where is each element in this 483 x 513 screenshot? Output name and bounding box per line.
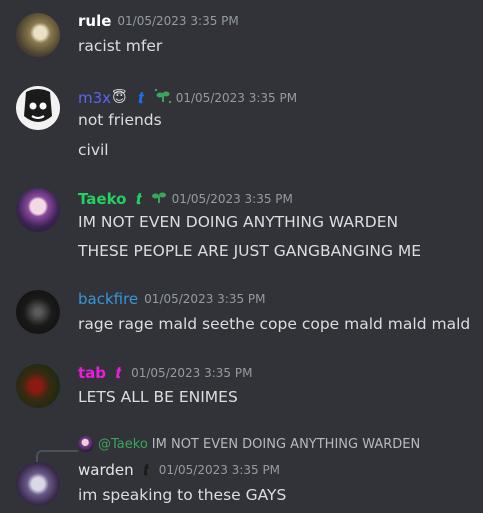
avatar[interactable]: [16, 188, 60, 232]
message-text: im speaking to these GAYS: [78, 486, 287, 504]
reply-mention[interactable]: @Taeko: [98, 437, 148, 452]
timestamp[interactable]: 01/05/2023 3:35 PM: [172, 192, 293, 206]
role-badge-icon[interactable]: 𝒕: [139, 89, 144, 107]
message-text: racist mfer: [78, 37, 163, 55]
timestamp[interactable]: 01/05/2023 3:35 PM: [131, 366, 252, 380]
avatar[interactable]: [16, 290, 60, 334]
avatar[interactable]: [16, 13, 60, 57]
avatar-image-icon: [16, 86, 60, 130]
sprout-icon: [151, 192, 166, 203]
timestamp[interactable]: 01/05/2023 3:35 PM: [159, 463, 280, 477]
reply-text: IM NOT EVEN DOING ANYTHING WARDEN: [151, 436, 421, 452]
role-badge-icon[interactable]: 𝒕: [144, 461, 149, 479]
username[interactable]: backfire: [78, 290, 138, 308]
sprout-icon: [154, 88, 171, 104]
halo-emoji-icon: 😇: [112, 90, 127, 106]
timestamp[interactable]: 01/05/2023 3:35 PM: [176, 91, 297, 105]
message-text: THESE PEOPLE ARE JUST GANGBANGING ME: [78, 242, 422, 260]
message-text: rage rage mald seethe cope cope mald mal…: [78, 315, 471, 333]
username[interactable]: Taeko: [78, 190, 126, 208]
timestamp[interactable]: 01/05/2023 3:35 PM: [117, 14, 238, 28]
username[interactable]: warden: [78, 461, 134, 479]
username[interactable]: rule: [78, 12, 111, 30]
message-text: LETS ALL BE ENIMES: [78, 388, 238, 406]
avatar[interactable]: [16, 364, 60, 408]
avatar[interactable]: [16, 86, 60, 130]
reply-connector: [36, 450, 78, 462]
message-text: civil: [78, 141, 109, 159]
reply-preview[interactable]: @Taeko IM NOT EVEN DOING ANYTHING WARDEN: [78, 436, 420, 452]
message-text: not friends: [78, 111, 162, 129]
username[interactable]: tab: [78, 364, 106, 382]
message-text: IM NOT EVEN DOING ANYTHING WARDEN: [78, 213, 399, 231]
avatar[interactable]: [16, 462, 60, 506]
plant-badge-icon[interactable]: [150, 189, 168, 209]
reply-avatar: [78, 436, 94, 452]
username[interactable]: m3x: [78, 89, 111, 107]
role-badge-icon[interactable]: 𝒕: [116, 364, 121, 382]
role-badge-icon[interactable]: 𝒕: [136, 190, 141, 208]
timestamp[interactable]: 01/05/2023 3:35 PM: [144, 292, 265, 306]
plant-badge-icon[interactable]: [154, 88, 172, 108]
